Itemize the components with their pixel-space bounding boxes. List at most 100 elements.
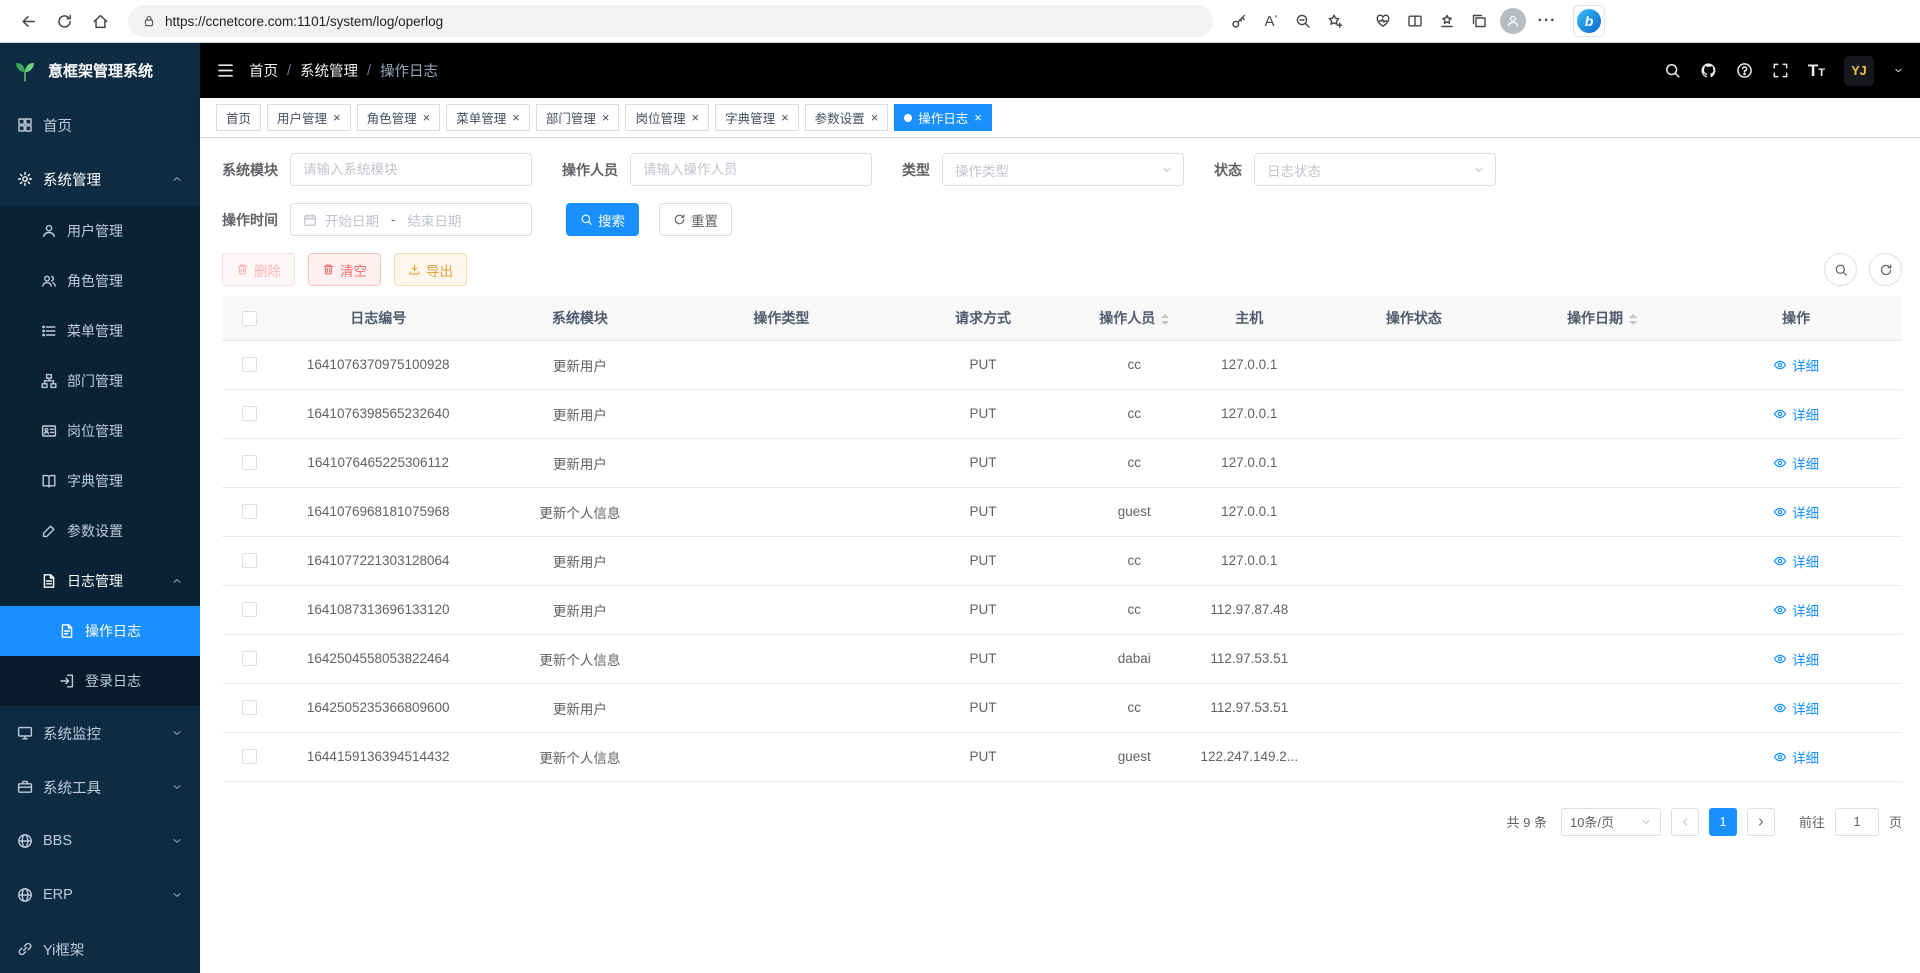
- select-all-checkbox[interactable]: [242, 311, 257, 326]
- sidebar-item-post-mgmt[interactable]: 岗位管理: [0, 406, 200, 456]
- tab-menu-mgmt[interactable]: 菜单管理×: [446, 104, 530, 131]
- sidebar-item-param-settings[interactable]: 参数设置: [0, 506, 200, 556]
- sidebar-item-log-mgmt[interactable]: 日志管理: [0, 556, 200, 606]
- next-page-button[interactable]: [1747, 808, 1775, 836]
- zoom-icon[interactable]: [1287, 4, 1319, 38]
- clear-button[interactable]: 清空: [308, 253, 381, 286]
- breadcrumb-item[interactable]: 系统管理: [300, 60, 358, 81]
- sidebar-item-system-monitor[interactable]: 系统监控: [0, 706, 200, 760]
- close-icon[interactable]: ×: [691, 111, 699, 124]
- collections-icon[interactable]: [1463, 4, 1495, 38]
- split-screen-icon[interactable]: [1399, 4, 1431, 38]
- sidebar-item-dict-mgmt[interactable]: 字典管理: [0, 456, 200, 506]
- detail-link[interactable]: 详细: [1773, 404, 1819, 424]
- row-checkbox[interactable]: [242, 406, 257, 421]
- status-select[interactable]: 日志状态: [1254, 153, 1496, 186]
- close-icon[interactable]: ×: [602, 111, 610, 124]
- date-range-picker[interactable]: 开始日期 - 结束日期: [290, 203, 532, 236]
- detail-link[interactable]: 详细: [1773, 355, 1819, 375]
- close-icon[interactable]: ×: [871, 111, 879, 124]
- browser-reload-button[interactable]: [46, 4, 82, 38]
- font-size-icon[interactable]: TT: [1808, 61, 1825, 81]
- row-checkbox[interactable]: [242, 553, 257, 568]
- add-favorite-icon[interactable]: [1319, 4, 1351, 38]
- sidebar-item-system-tools[interactable]: 系统工具: [0, 760, 200, 814]
- column-header-4[interactable]: 操作人员: [1084, 296, 1185, 340]
- sidebar-item-home[interactable]: 首页: [0, 98, 200, 152]
- row-checkbox[interactable]: [242, 455, 257, 470]
- browser-profile-avatar[interactable]: [1495, 4, 1531, 38]
- read-aloud-icon[interactable]: A”: [1255, 4, 1287, 38]
- page-size-select[interactable]: 10条/页: [1561, 808, 1661, 836]
- favorites-icon[interactable]: [1431, 4, 1463, 38]
- detail-link[interactable]: 详细: [1773, 551, 1819, 571]
- sort-caret-icon[interactable]: [1161, 314, 1169, 325]
- type-select[interactable]: 操作类型: [942, 153, 1184, 186]
- breadcrumb-item[interactable]: 首页: [249, 60, 278, 81]
- goto-page-input[interactable]: [1835, 808, 1879, 836]
- fullscreen-icon[interactable]: [1772, 62, 1789, 79]
- operator-input[interactable]: [630, 153, 872, 186]
- toggle-search-button[interactable]: [1824, 253, 1857, 286]
- close-icon[interactable]: ×: [781, 111, 789, 124]
- row-checkbox[interactable]: [242, 700, 257, 715]
- module-input[interactable]: [290, 153, 532, 186]
- detail-link[interactable]: 详细: [1773, 453, 1819, 473]
- sidebar-item-login-log[interactable]: 登录日志: [0, 656, 200, 706]
- search-button[interactable]: 搜索: [566, 203, 639, 236]
- page-number-1[interactable]: 1: [1709, 808, 1737, 836]
- close-icon[interactable]: ×: [423, 111, 431, 124]
- sidebar-item-dept-mgmt[interactable]: 部门管理: [0, 356, 200, 406]
- tab-dept-mgmt[interactable]: 部门管理×: [536, 104, 620, 131]
- tab-post-mgmt[interactable]: 岗位管理×: [625, 104, 709, 131]
- hamburger-icon[interactable]: [216, 61, 235, 80]
- row-checkbox[interactable]: [242, 749, 257, 764]
- close-icon[interactable]: ×: [512, 111, 520, 124]
- sidebar-item-oper-log[interactable]: 操作日志: [0, 606, 200, 656]
- help-icon[interactable]: [1736, 62, 1753, 79]
- prev-page-button[interactable]: [1671, 808, 1699, 836]
- row-checkbox[interactable]: [242, 651, 257, 666]
- refresh-table-button[interactable]: [1869, 253, 1902, 286]
- detail-link[interactable]: 详细: [1773, 698, 1819, 718]
- header-search-icon[interactable]: [1664, 62, 1681, 79]
- user-avatar[interactable]: YJ: [1844, 56, 1874, 86]
- tab-param-settings[interactable]: 参数设置×: [805, 104, 889, 131]
- row-checkbox[interactable]: [242, 504, 257, 519]
- row-checkbox[interactable]: [242, 357, 257, 372]
- reset-button[interactable]: 重置: [659, 203, 732, 236]
- close-icon[interactable]: ×: [974, 111, 982, 124]
- sidebar-item-yi-framework[interactable]: Yi框架: [0, 922, 200, 973]
- bing-icon[interactable]: b: [1573, 5, 1605, 37]
- chevron-down-icon[interactable]: [1893, 65, 1904, 76]
- browser-home-button[interactable]: [82, 4, 118, 38]
- sidebar-item-bbs[interactable]: BBS: [0, 814, 200, 868]
- close-icon[interactable]: ×: [333, 111, 341, 124]
- tab-user-mgmt[interactable]: 用户管理×: [267, 104, 351, 131]
- sidebar-item-menu-mgmt[interactable]: 菜单管理: [0, 306, 200, 356]
- sidebar-item-erp[interactable]: ERP: [0, 868, 200, 922]
- address-bar[interactable]: https://ccnetcore.com:1101/system/log/op…: [128, 5, 1213, 37]
- column-header-7[interactable]: 操作日期: [1514, 296, 1690, 340]
- delete-button[interactable]: 删除: [222, 253, 295, 286]
- browser-essentials-icon[interactable]: [1367, 4, 1399, 38]
- browser-menu-icon[interactable]: ···: [1531, 4, 1563, 38]
- tab-home[interactable]: 首页: [216, 104, 261, 131]
- tab-role-mgmt[interactable]: 角色管理×: [357, 104, 441, 131]
- detail-link[interactable]: 详细: [1773, 600, 1819, 620]
- browser-back-button[interactable]: [10, 4, 46, 38]
- export-button[interactable]: 导出: [394, 253, 467, 286]
- sidebar-item-role-mgmt[interactable]: 角色管理: [0, 256, 200, 306]
- row-checkbox[interactable]: [242, 602, 257, 617]
- detail-link[interactable]: 详细: [1773, 747, 1819, 767]
- tab-dict-mgmt[interactable]: 字典管理×: [715, 104, 799, 131]
- sidebar-item-system-mgmt[interactable]: 系统管理: [0, 152, 200, 206]
- github-icon[interactable]: [1700, 62, 1717, 79]
- tab-oper-log[interactable]: 操作日志×: [894, 104, 992, 131]
- sort-caret-icon[interactable]: [1629, 314, 1637, 325]
- detail-link[interactable]: 详细: [1773, 649, 1819, 669]
- password-key-icon[interactable]: [1223, 4, 1255, 38]
- table-row: 1641076398565232640更新用户PUTcc127.0.0.1详细: [222, 389, 1902, 438]
- detail-link[interactable]: 详细: [1773, 502, 1819, 522]
- sidebar-item-user-mgmt[interactable]: 用户管理: [0, 206, 200, 256]
